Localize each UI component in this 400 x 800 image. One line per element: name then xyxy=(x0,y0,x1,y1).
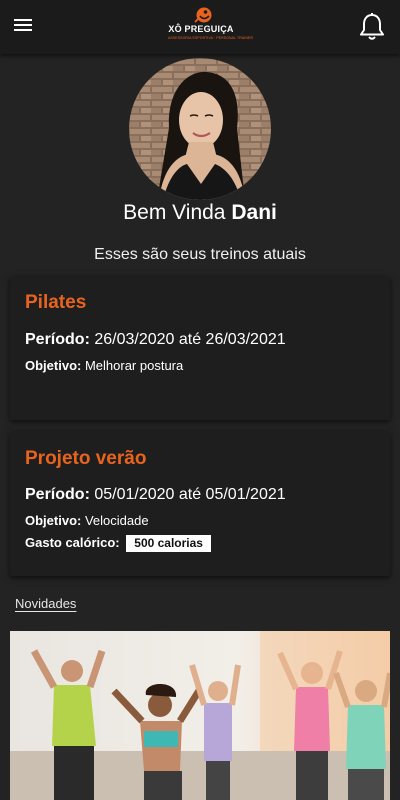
news-image[interactable] xyxy=(10,631,390,800)
objective-value: Melhorar postura xyxy=(84,358,184,373)
training-calories: Gasto calórico: 500 calorias xyxy=(25,535,211,553)
training-objective: Objetivo: Velocidade xyxy=(25,513,149,528)
training-card-projeto-verao[interactable]: Projeto verão Período: 05/01/2020 até 05… xyxy=(10,431,390,576)
user-name: Dani xyxy=(231,201,277,224)
news-link[interactable]: Novidades xyxy=(15,596,76,611)
objective-value: Velocidade xyxy=(84,513,149,528)
calories-label: Gasto calórico: xyxy=(25,535,120,550)
training-card-pilates[interactable]: Pilates Período: 26/03/2020 até 26/03/20… xyxy=(10,276,390,420)
calories-badge: 500 calorias xyxy=(126,535,211,553)
trainings-subtitle: Esses são seus treinos atuais xyxy=(94,246,306,263)
hamburger-menu-icon[interactable] xyxy=(14,16,40,38)
brand-logo: XÔ PREGUIÇA ASSESSORIA ESPORTIVA · PERSO… xyxy=(168,6,254,48)
top-app-bar: XÔ PREGUIÇA ASSESSORIA ESPORTIVA · PERSO… xyxy=(0,0,400,54)
training-objective: Objetivo: Melhorar postura xyxy=(25,358,183,373)
bell-icon[interactable] xyxy=(358,12,386,42)
greeting-label: Bem Vinda xyxy=(123,201,226,224)
training-period: Período: 05/01/2020 até 05/01/2021 xyxy=(25,486,286,504)
objective-label: Objetivo: xyxy=(25,358,82,373)
training-period: Período: 26/03/2020 até 26/03/2021 xyxy=(25,331,286,349)
training-title: Pilates xyxy=(25,292,87,313)
training-title: Projeto verão xyxy=(25,448,147,469)
period-label: Período: xyxy=(25,331,90,348)
logo-text: XÔ PREGUIÇA xyxy=(168,24,234,34)
logo-subtext: ASSESSORIA ESPORTIVA · PERSONAL TRAINER xyxy=(168,36,254,40)
period-value: 26/03/2020 até 26/03/2021 xyxy=(94,331,286,348)
objective-label: Objetivo: xyxy=(25,513,82,528)
greeting-text: Bem Vinda Dani xyxy=(0,201,400,225)
avatar[interactable] xyxy=(129,58,271,200)
period-value: 05/01/2020 até 05/01/2021 xyxy=(94,486,286,503)
period-label: Período: xyxy=(25,486,90,503)
